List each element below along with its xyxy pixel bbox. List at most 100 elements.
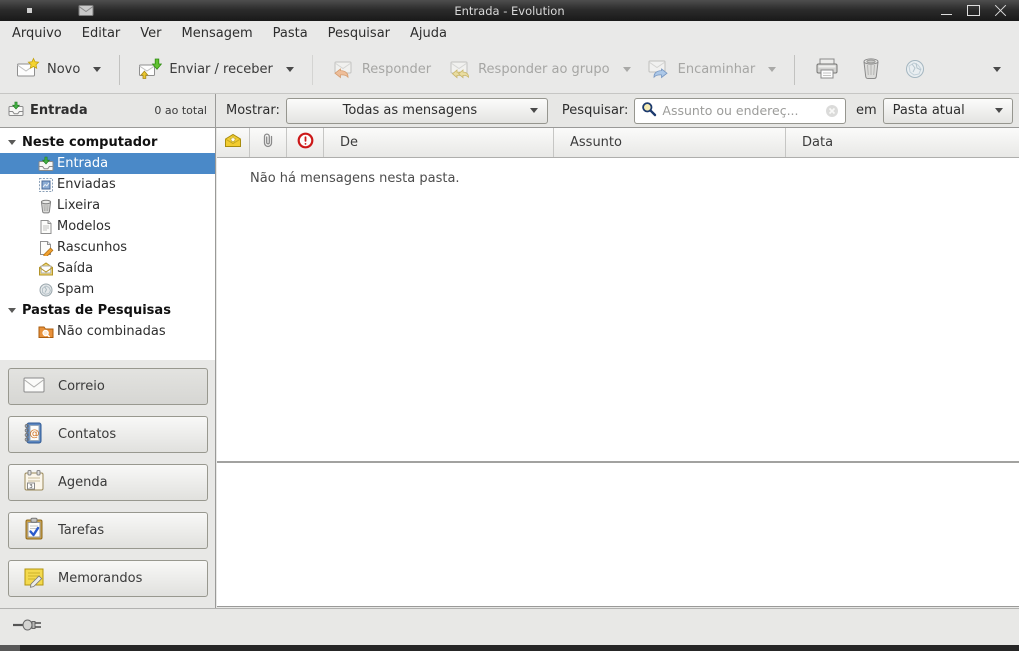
folder-item-spam[interactable]: Spam xyxy=(0,279,215,300)
chevron-down-icon xyxy=(530,108,538,113)
folder-item-saida[interactable]: Saída xyxy=(0,258,215,279)
window-title: Entrada - Evolution xyxy=(0,4,1019,18)
switcher-label: Agenda xyxy=(58,475,108,490)
forward-button[interactable]: Encaminhar xyxy=(639,50,785,90)
send-receive-icon xyxy=(138,56,162,84)
search-scope-dropdown[interactable]: Pasta atual xyxy=(883,98,1013,124)
folder-label: Entrada xyxy=(57,156,108,171)
column-priority[interactable] xyxy=(287,128,324,157)
message-list-header: De Assunto Data xyxy=(217,128,1019,158)
tree-group-pastas-de-pesquisas[interactable]: Pastas de Pesquisas xyxy=(0,300,215,321)
empty-folder-message: Não há mensagens nesta pasta. xyxy=(250,171,460,186)
maximize-button[interactable] xyxy=(967,5,980,16)
status-bar xyxy=(0,608,1019,645)
drafts-icon xyxy=(38,240,54,256)
menu-item-arquivo[interactable]: Arquivo xyxy=(2,23,72,44)
chevron-down-icon xyxy=(993,67,1001,72)
column-message-status[interactable] xyxy=(217,128,250,157)
folder-label: Saída xyxy=(57,261,93,276)
expander-triangle-icon[interactable] xyxy=(8,308,16,313)
close-button[interactable] xyxy=(994,5,1007,16)
switcher-correio-button[interactable]: Correio xyxy=(8,368,208,405)
chevron-down-icon xyxy=(995,108,1003,113)
toolbar-separator xyxy=(119,55,120,85)
forward-button-label: Encaminhar xyxy=(678,62,756,77)
junk-button[interactable] xyxy=(893,49,937,91)
column-assunto[interactable]: Assunto xyxy=(554,128,786,157)
reply-group-button[interactable]: Responder ao grupo xyxy=(439,50,639,90)
menu-item-ajuda[interactable]: Ajuda xyxy=(400,23,457,44)
column-label: Assunto xyxy=(570,135,622,150)
folder-label: Enviadas xyxy=(57,177,116,192)
sent-icon xyxy=(38,177,54,193)
expander-triangle-icon[interactable] xyxy=(8,140,16,145)
reply-group-button-label: Responder ao grupo xyxy=(478,62,610,77)
menu-item-ver[interactable]: Ver xyxy=(130,23,171,44)
folder-item-rascunhos[interactable]: Rascunhos xyxy=(0,237,215,258)
delete-button[interactable] xyxy=(849,49,893,91)
tree-group-label: Pastas de Pesquisas xyxy=(22,303,171,318)
column-label: De xyxy=(340,135,358,150)
column-attachment[interactable] xyxy=(250,128,287,157)
search-scope-value: Pasta atual xyxy=(893,103,989,118)
chevron-down-icon[interactable] xyxy=(768,67,776,72)
print-button[interactable] xyxy=(805,49,849,91)
folder-item-entrada[interactable]: Entrada xyxy=(0,153,215,174)
delete-trash-icon xyxy=(858,55,884,85)
priority-icon xyxy=(297,132,314,153)
resize-grip[interactable] xyxy=(0,645,20,651)
current-folder-name: Entrada xyxy=(30,103,88,118)
send-receive-button-label: Enviar / receber xyxy=(169,62,273,77)
tree-group-label: Neste computador xyxy=(22,135,157,150)
folder-label: Não combinadas xyxy=(57,324,166,339)
reply-button[interactable]: Responder xyxy=(323,50,439,90)
svg-text:@: @ xyxy=(30,428,40,439)
folder-total-count: 0 ao total xyxy=(154,104,207,117)
menu-item-editar[interactable]: Editar xyxy=(72,23,131,44)
new-mail-icon xyxy=(16,56,40,84)
switcher-agenda-button[interactable]: 3 Agenda xyxy=(8,464,208,501)
outbox-icon xyxy=(38,261,54,277)
send-receive-button[interactable]: Enviar / receber xyxy=(130,50,302,90)
window-menu-icon xyxy=(27,8,32,13)
folder-item-modelos[interactable]: Modelos xyxy=(0,216,215,237)
show-label: Mostrar: xyxy=(226,103,280,118)
search-input[interactable] xyxy=(662,103,820,118)
filter-bar: Entrada 0 ao total Mostrar: Todas as men… xyxy=(0,93,1019,128)
column-data[interactable]: Data xyxy=(786,128,1019,157)
junk-icon xyxy=(902,55,928,85)
toolbar-overflow-button[interactable] xyxy=(977,61,1011,78)
chevron-down-icon[interactable] xyxy=(286,67,294,72)
new-button-label: Novo xyxy=(47,62,80,77)
folder-item-nao-combinadas[interactable]: Não combinadas xyxy=(0,321,215,342)
clear-input-icon[interactable] xyxy=(825,104,839,118)
minimize-button[interactable] xyxy=(940,5,953,16)
folder-item-lixeira[interactable]: Lixeira xyxy=(0,195,215,216)
menu-item-pesquisar[interactable]: Pesquisar xyxy=(318,23,400,44)
menu-item-mensagem[interactable]: Mensagem xyxy=(172,23,263,44)
chevron-down-icon[interactable] xyxy=(623,67,631,72)
current-folder-header: Entrada 0 ao total xyxy=(0,94,216,127)
switcher-label: Correio xyxy=(58,379,105,394)
switcher-memorandos-button[interactable]: Memorandos xyxy=(8,560,208,597)
switcher-tarefas-button[interactable]: Tarefas xyxy=(8,512,208,549)
folder-label: Modelos xyxy=(57,219,111,234)
svg-text:3: 3 xyxy=(29,484,33,490)
column-label: Data xyxy=(802,135,833,150)
folder-tree: Neste computador Entrada Enviadas xyxy=(0,128,216,360)
chevron-down-icon[interactable] xyxy=(93,67,101,72)
tree-group-neste-computador[interactable]: Neste computador xyxy=(0,132,215,153)
online-plug-icon[interactable] xyxy=(12,617,46,637)
title-bar: Entrada - Evolution xyxy=(0,0,1019,21)
message-list-body: Não há mensagens nesta pasta. xyxy=(217,158,1019,461)
column-de[interactable]: De xyxy=(324,128,554,157)
inbox-icon xyxy=(8,101,24,121)
menu-item-pasta[interactable]: Pasta xyxy=(263,23,318,44)
show-filter-dropdown[interactable]: Todas as mensagens xyxy=(286,98,548,124)
switcher-contatos-button[interactable]: @ Contatos xyxy=(8,416,208,453)
switcher-label: Contatos xyxy=(58,427,116,442)
junk-icon xyxy=(38,282,54,298)
folder-item-enviadas[interactable]: Enviadas xyxy=(0,174,215,195)
new-button[interactable]: Novo xyxy=(8,50,109,90)
search-box[interactable] xyxy=(634,98,846,124)
